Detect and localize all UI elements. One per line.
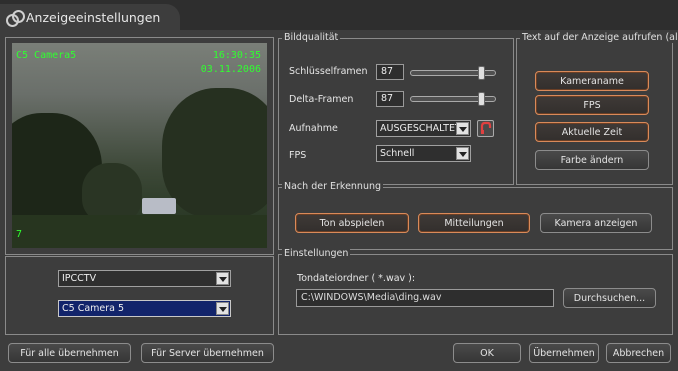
- current-time-button[interactable]: Aktuelle Zeit: [535, 122, 649, 142]
- record-button[interactable]: [477, 120, 494, 137]
- fps-select-value: Schnell: [380, 148, 415, 159]
- show-camera-button[interactable]: Kamera anzeigen: [540, 213, 652, 233]
- settings-legend: Einstellungen: [282, 248, 351, 259]
- server-select-value: IPCCTV: [62, 273, 97, 284]
- sound-file-field[interactable]: C:\WINDOWS\Media\ding.wav: [296, 289, 554, 307]
- sound-folder-label: Tondateiordner ( *.wav ):: [297, 273, 416, 284]
- quality-group: Bildqualität: [278, 32, 514, 185]
- keyframes-input[interactable]: 87: [376, 64, 404, 80]
- date-overlay: 03.11.2006: [200, 64, 261, 75]
- preview-tree: [162, 88, 267, 218]
- preview-vehicle: [142, 198, 176, 214]
- camera-name-button[interactable]: Kameraname: [535, 71, 649, 91]
- title-bar: Anzeigeeinstellungen: [0, 0, 678, 30]
- keyframes-slider[interactable]: [410, 66, 496, 80]
- messages-button[interactable]: Mitteilungen: [418, 213, 530, 233]
- fps-select[interactable]: Schnell: [376, 145, 471, 162]
- keyframes-label: Schlüsselframen: [289, 66, 368, 77]
- apply-server-button[interactable]: Für Server übernehmen: [141, 343, 274, 363]
- chevron-down-icon[interactable]: [216, 272, 229, 285]
- selector-panel: [5, 256, 274, 335]
- record-label: Aufnahme: [289, 123, 338, 134]
- delta-slider[interactable]: [410, 92, 496, 106]
- browse-button[interactable]: Durchsuchen...: [563, 288, 656, 308]
- overlay-legend: Text auf der Anzeige aufrufen (alle: [520, 32, 678, 43]
- chevron-down-icon[interactable]: [456, 147, 469, 160]
- ok-button[interactable]: OK: [453, 343, 521, 363]
- record-select[interactable]: AUSGESCHALTET: [376, 120, 471, 137]
- dialog-window: Anzeigeeinstellungen C5 Camera5 16:30:35…: [0, 0, 678, 371]
- camera-icon: [6, 10, 25, 27]
- preview-grass: [12, 215, 267, 248]
- play-sound-button[interactable]: Ton abspielen: [295, 213, 409, 233]
- record-icon: [480, 121, 492, 134]
- cancel-button[interactable]: Abbrechen: [606, 343, 671, 363]
- quality-legend: Bildqualität: [282, 32, 341, 43]
- camera-name-overlay: C5 Camera5: [16, 50, 77, 61]
- apply-button[interactable]: Übernehmen: [529, 343, 599, 363]
- record-select-value: AUSGESCHALTET: [380, 123, 461, 134]
- camera-preview: C5 Camera5 16:30:35 03.11.2006 7: [12, 43, 267, 248]
- window-title: Anzeigeeinstellungen: [26, 9, 161, 25]
- chevron-down-icon[interactable]: [456, 122, 469, 135]
- fps-overlay: 7: [16, 229, 23, 240]
- detection-legend: Nach der Erkennung: [282, 181, 384, 192]
- keyframes-slider-thumb[interactable]: [478, 66, 485, 80]
- camera-select[interactable]: C5 Camera 5: [58, 300, 231, 317]
- preview-tree: [82, 163, 142, 223]
- server-select[interactable]: IPCCTV: [58, 270, 231, 287]
- delta-input[interactable]: 87: [376, 91, 404, 107]
- fps-label: FPS: [289, 150, 307, 161]
- camera-select-value: C5 Camera 5: [62, 303, 125, 314]
- change-color-button[interactable]: Farbe ändern: [535, 150, 649, 170]
- delta-label: Delta-Framen: [289, 94, 354, 105]
- title-tab: Anzeigeeinstellungen: [0, 4, 180, 30]
- chevron-down-icon[interactable]: [216, 302, 229, 315]
- fps-button[interactable]: FPS: [535, 95, 649, 115]
- apply-all-button[interactable]: Für alle übernehmen: [8, 343, 131, 363]
- time-overlay: 16:30:35: [212, 50, 261, 61]
- delta-slider-thumb[interactable]: [478, 92, 485, 106]
